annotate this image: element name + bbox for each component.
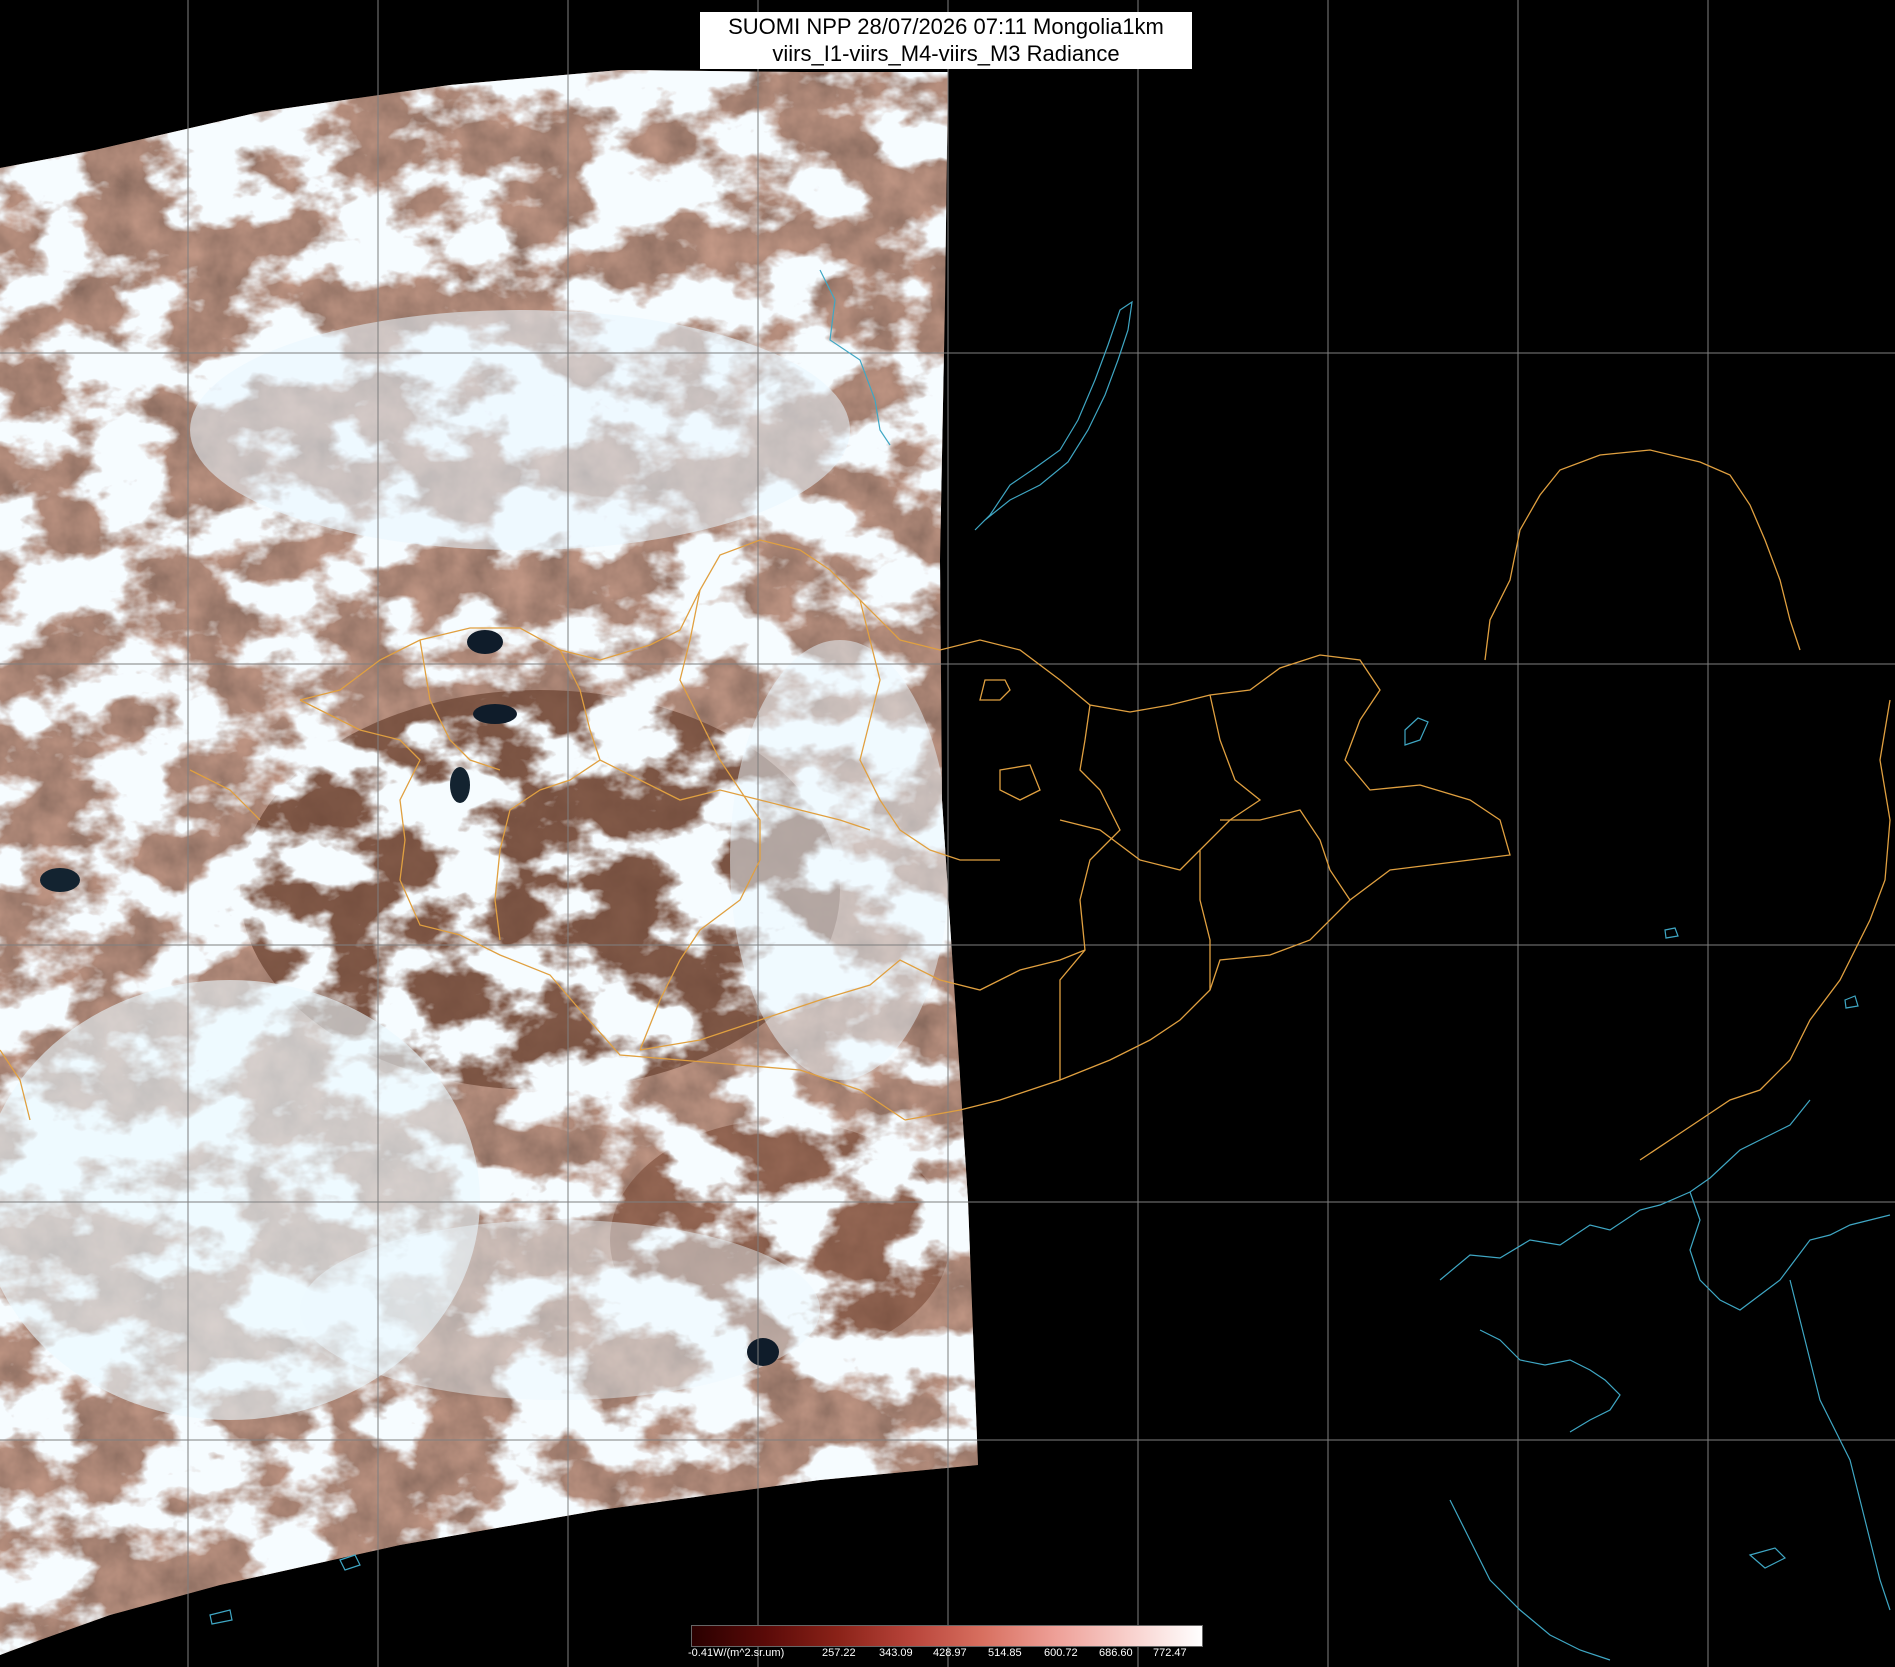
lake xyxy=(450,767,470,803)
colorbar-tick: 600.72 xyxy=(1044,1647,1078,1659)
colorbar-tick: 257.22 xyxy=(822,1647,856,1659)
bohai-coast xyxy=(1439,1099,1811,1281)
korea-coast xyxy=(1789,1279,1891,1611)
china-korea-border xyxy=(1639,699,1891,1161)
shandong-coast xyxy=(1479,1329,1621,1433)
lake xyxy=(473,704,517,724)
colorbar-tick: 514.85 xyxy=(988,1647,1022,1659)
imagery-swath xyxy=(0,70,978,1655)
image-title: SUOMI NPP 28/07/2026 07:11 Mongolia1km v… xyxy=(700,12,1192,69)
province-border xyxy=(1199,694,1262,990)
liaodong-coast xyxy=(1689,1191,1891,1311)
colorbar-tick: 428.97 xyxy=(933,1647,967,1659)
lake-outline xyxy=(1404,717,1429,746)
lake xyxy=(747,1338,779,1366)
province-border xyxy=(939,949,1086,991)
russia-china-border xyxy=(1484,449,1801,661)
lake xyxy=(467,630,503,654)
province-border xyxy=(1059,704,1121,1080)
colorbar-tick: 686.60 xyxy=(1099,1647,1133,1659)
province-border xyxy=(1220,809,1351,901)
island-outline xyxy=(1748,1547,1787,1569)
colorbar-legend: -0.41W/(m^2.sr.um) 257.22 343.09 428.97 … xyxy=(688,1625,1203,1663)
cloud-mass-north xyxy=(190,310,850,550)
title-line-bands: viirs_I1-viirs_M4-viirs_M3 Radiance xyxy=(772,41,1120,66)
lake-outline xyxy=(209,1609,233,1625)
colorbar-unit-label: -0.41W/(m^2.sr.um) xyxy=(688,1647,785,1659)
colorbar-labels: -0.41W/(m^2.sr.um) 257.22 343.09 428.97 … xyxy=(688,1647,1203,1663)
colorbar-tick: 343.09 xyxy=(879,1647,913,1659)
province-border xyxy=(1059,819,1201,871)
cloud-mass-east xyxy=(730,640,950,1080)
lake-outline xyxy=(1664,927,1679,939)
satellite-map xyxy=(0,0,1895,1667)
satellite-image-viewer: SUOMI NPP 28/07/2026 07:11 Mongolia1km v… xyxy=(0,0,1895,1667)
province-border xyxy=(979,679,1011,701)
east-china-coast xyxy=(1449,1499,1611,1661)
colorbar-tick: 772.47 xyxy=(1153,1647,1187,1659)
lake-baikal-outline xyxy=(974,300,1133,531)
title-line-satellite-date: SUOMI NPP 28/07/2026 07:11 Mongolia1km xyxy=(728,14,1164,39)
lake xyxy=(40,868,80,892)
lake-outline xyxy=(1844,995,1859,1009)
colorbar-gradient xyxy=(691,1625,1203,1647)
province-border xyxy=(999,764,1041,801)
